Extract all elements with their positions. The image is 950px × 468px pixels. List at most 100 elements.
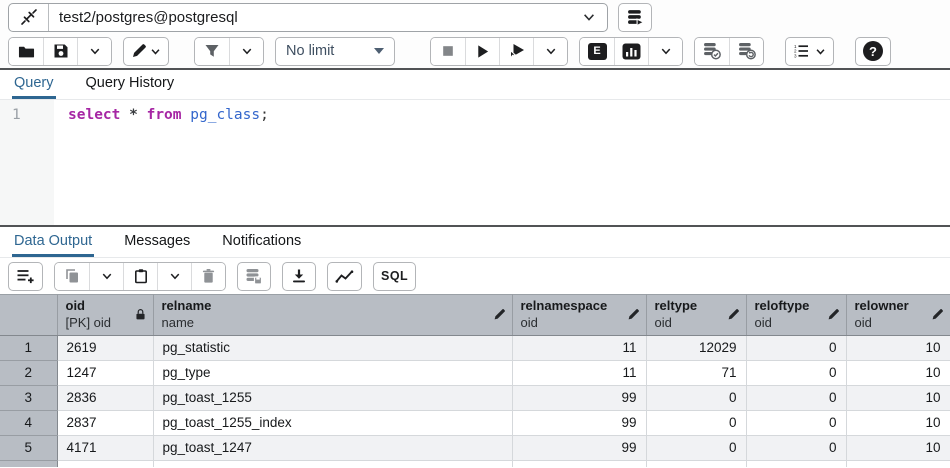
chevron-down-icon xyxy=(169,270,181,282)
execute-menu-button[interactable] xyxy=(533,38,567,65)
tab-data-output[interactable]: Data Output xyxy=(12,227,94,257)
execute-button[interactable] xyxy=(465,38,499,65)
cell-oid[interactable]: 1247 xyxy=(57,360,153,385)
row-number[interactable]: 1 xyxy=(0,335,57,360)
cell-reltype[interactable]: 0 xyxy=(646,435,746,460)
chevron-down-icon[interactable] xyxy=(571,10,607,24)
cell-reltype[interactable]: 0 xyxy=(646,385,746,410)
tab-messages[interactable]: Messages xyxy=(122,227,192,257)
row-number[interactable]: 5 xyxy=(0,435,57,460)
grid-corner-cell[interactable] xyxy=(0,295,57,336)
paste-options-button[interactable] xyxy=(157,263,191,290)
explain-button[interactable]: E xyxy=(580,38,614,65)
sql-button[interactable]: SQL xyxy=(373,262,416,291)
new-connection-button[interactable] xyxy=(618,3,652,32)
column-header-relname[interactable]: relnamename xyxy=(153,295,512,336)
open-file-button[interactable] xyxy=(9,38,43,65)
table-row: 12619pg_statistic1112029010 xyxy=(0,335,950,360)
chart-button[interactable] xyxy=(327,262,362,291)
cell-oid[interactable]: 2619 xyxy=(57,335,153,360)
connection-dropdown[interactable]: test2/postgres@postgresql xyxy=(8,3,608,32)
cell-relnamespace[interactable]: 11 xyxy=(512,360,646,385)
cell-relname[interactable]: pg_statistic xyxy=(153,335,512,360)
copy-button[interactable] xyxy=(55,263,89,290)
lock-icon xyxy=(134,308,147,321)
line-number: 1 xyxy=(12,107,21,123)
help-button[interactable]: ? xyxy=(855,37,891,66)
paste-icon xyxy=(133,268,149,284)
delete-row-icon xyxy=(201,268,216,284)
results-grid: oid[PK] oidrelnamenamerelnamespaceoidrel… xyxy=(0,294,950,467)
stop-button[interactable] xyxy=(431,38,465,65)
save-button[interactable] xyxy=(43,38,77,65)
row-number[interactable]: 3 xyxy=(0,385,57,410)
save-options-button[interactable] xyxy=(77,38,111,65)
cell-relowner[interactable]: 10 xyxy=(846,360,950,385)
execute-icon xyxy=(475,44,490,59)
sql-token xyxy=(120,107,129,123)
cell-relname[interactable] xyxy=(153,460,512,467)
cell-reltype[interactable]: 71 xyxy=(646,360,746,385)
download-button[interactable] xyxy=(282,262,316,291)
rollback-button[interactable] xyxy=(729,38,763,65)
row-limit-value: No limit xyxy=(286,43,334,59)
cell-relowner[interactable]: 10 xyxy=(846,335,950,360)
copy-options-button[interactable] xyxy=(89,263,123,290)
tab-query[interactable]: Query xyxy=(12,70,56,99)
cell-relowner[interactable]: 10 xyxy=(846,385,950,410)
explain-menu-button[interactable] xyxy=(648,38,682,65)
cell-reltype[interactable]: 0 xyxy=(646,410,746,435)
macro-button[interactable]: 123 xyxy=(785,37,834,66)
cell-relnamespace[interactable]: 99 xyxy=(512,385,646,410)
tab-query-history[interactable]: Query History xyxy=(84,70,177,99)
cell-oid[interactable]: 4171 xyxy=(57,435,153,460)
column-header-reloftype[interactable]: reloftypeoid xyxy=(746,295,846,336)
row-limit-select[interactable]: No limit xyxy=(275,37,395,66)
column-header-reltype[interactable]: reltypeoid xyxy=(646,295,746,336)
tab-notifications[interactable]: Notifications xyxy=(220,227,303,257)
cell-reloftype[interactable]: 0 xyxy=(746,385,846,410)
add-row-button[interactable] xyxy=(8,262,43,291)
filter-button[interactable] xyxy=(195,38,229,65)
row-number[interactable]: 4 xyxy=(0,410,57,435)
cell-relnamespace[interactable]: 99 xyxy=(512,410,646,435)
svg-text:3: 3 xyxy=(794,53,797,58)
row-number[interactable] xyxy=(0,460,57,467)
cell-reloftype[interactable]: 0 xyxy=(746,410,846,435)
paste-button[interactable] xyxy=(123,263,157,290)
pencil-icon xyxy=(493,308,506,321)
cell-reloftype[interactable]: 0 xyxy=(746,435,846,460)
sql-code-area[interactable]: select * from pg_class; xyxy=(54,100,269,225)
cell-reloftype[interactable] xyxy=(746,460,846,467)
cell-oid[interactable] xyxy=(57,460,153,467)
cell-relnamespace[interactable] xyxy=(512,460,646,467)
filter-options-button[interactable] xyxy=(229,38,263,65)
cell-relname[interactable]: pg_toast_1255 xyxy=(153,385,512,410)
cell-relowner[interactable]: 10 xyxy=(846,410,950,435)
cell-relname[interactable]: pg_type xyxy=(153,360,512,385)
save-data-button[interactable] xyxy=(237,262,271,291)
cell-reloftype[interactable]: 0 xyxy=(746,335,846,360)
column-header-oid[interactable]: oid[PK] oid xyxy=(57,295,153,336)
cell-relname[interactable]: pg_toast_1247 xyxy=(153,435,512,460)
column-header-relowner[interactable]: relowneroid xyxy=(846,295,950,336)
connection-label: test2/postgres@postgresql xyxy=(49,9,571,26)
line-number-gutter: 1 xyxy=(0,100,54,225)
cell-reltype[interactable] xyxy=(646,460,746,467)
cell-reloftype[interactable]: 0 xyxy=(746,360,846,385)
execute-to-cursor-button[interactable] xyxy=(499,38,533,65)
cell-relnamespace[interactable]: 11 xyxy=(512,335,646,360)
edit-button[interactable] xyxy=(123,37,169,66)
delete-row-button[interactable] xyxy=(191,263,225,290)
cell-reltype[interactable]: 12029 xyxy=(646,335,746,360)
column-header-relnamespace[interactable]: relnamespaceoid xyxy=(512,295,646,336)
cell-oid[interactable]: 2836 xyxy=(57,385,153,410)
explain-analyze-button[interactable] xyxy=(614,38,648,65)
cell-oid[interactable]: 2837 xyxy=(57,410,153,435)
row-number[interactable]: 2 xyxy=(0,360,57,385)
cell-relname[interactable]: pg_toast_1255_index xyxy=(153,410,512,435)
cell-relnamespace[interactable]: 99 xyxy=(512,435,646,460)
commit-button[interactable] xyxy=(695,38,729,65)
cell-relowner[interactable]: 10 xyxy=(846,435,950,460)
cell-relowner[interactable] xyxy=(846,460,950,467)
